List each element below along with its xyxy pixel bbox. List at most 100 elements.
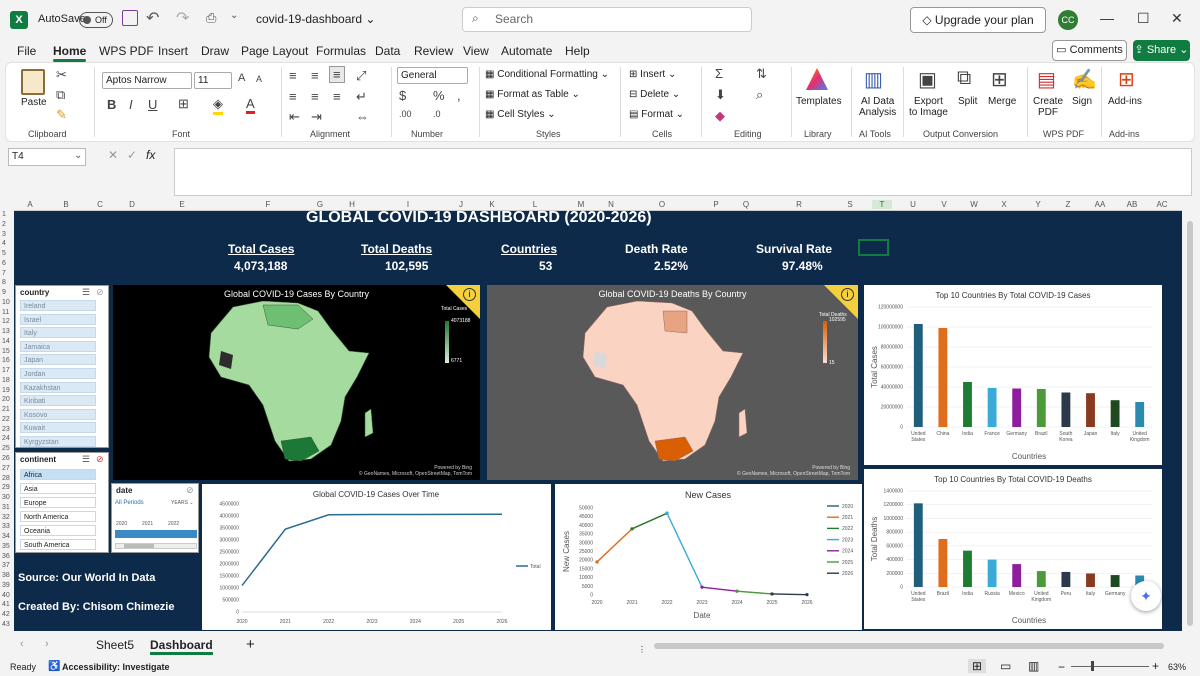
sign-icon[interactable]: ✍ [1072, 67, 1097, 92]
add-sheet-icon[interactable]: + [246, 636, 255, 653]
undo-icon[interactable]: ↶ [146, 8, 159, 28]
clear-filter-icon[interactable]: ⊘ [96, 454, 104, 465]
country-slicer-item[interactable]: Ireland [20, 300, 96, 311]
zoom-slider-thumb[interactable] [1091, 661, 1094, 671]
row-header[interactable]: 6 [2, 260, 6, 267]
row-header[interactable]: 8 [2, 279, 6, 286]
format-painter-icon[interactable]: ✎ [56, 107, 67, 123]
column-header[interactable]: Z [1058, 200, 1078, 209]
multi-select-icon[interactable]: ☰ [82, 287, 90, 298]
row-header[interactable]: 24 [2, 435, 10, 442]
row-header[interactable]: 41 [2, 601, 10, 608]
copy-icon[interactable]: ⧉ [56, 87, 65, 103]
row-header[interactable]: 19 [2, 387, 10, 394]
insert-function-icon[interactable]: fx [146, 148, 155, 162]
align-center-icon[interactable]: ≡ [311, 89, 319, 104]
accessibility-status[interactable]: Accessibility: Investigate [62, 662, 170, 672]
country-slicer-item[interactable]: Israel [20, 313, 96, 325]
decrease-indent-icon[interactable]: ⇤ [289, 109, 300, 125]
menu-wps-pdf[interactable]: WPS PDF [99, 44, 154, 58]
continent-slicer-item[interactable]: South America [20, 539, 96, 550]
column-header[interactable]: B [56, 200, 76, 209]
menu-draw[interactable]: Draw [201, 44, 229, 58]
zoom-out-icon[interactable]: − [1058, 660, 1065, 674]
country-slicer-item[interactable]: Kyrgyzstan [20, 436, 96, 447]
font-size-select[interactable]: 11 [194, 72, 232, 89]
row-header[interactable]: 2 [2, 221, 6, 228]
multi-select-icon[interactable]: ☰ [82, 454, 90, 465]
zoom-slider[interactable] [1071, 666, 1149, 667]
print-preview-icon[interactable]: ⎙ [206, 10, 216, 26]
row-header[interactable]: 13 [2, 328, 10, 335]
row-header[interactable]: 21 [2, 406, 10, 413]
row-header[interactable]: 20 [2, 396, 10, 403]
search-input[interactable]: Search [462, 7, 752, 32]
row-header[interactable]: 15 [2, 348, 10, 355]
column-header[interactable]: G [310, 200, 330, 209]
row-header[interactable]: 26 [2, 455, 10, 462]
row-header[interactable]: 30 [2, 494, 10, 501]
column-header[interactable]: N [601, 200, 621, 209]
row-header[interactable]: 40 [2, 592, 10, 599]
menu-formulas[interactable]: Formulas [316, 44, 366, 58]
row-header[interactable]: 22 [2, 416, 10, 423]
column-header[interactable]: L [525, 200, 545, 209]
fill-icon[interactable]: ⬇ [715, 87, 726, 103]
column-header[interactable]: J [451, 200, 471, 209]
country-slicer-item[interactable]: Jordan [20, 368, 96, 379]
column-header[interactable]: A [20, 200, 40, 209]
clear-filter-icon[interactable]: ⊘ [96, 287, 104, 298]
align-left-icon[interactable]: ≡ [289, 89, 297, 104]
share-button[interactable]: ⇪ Share ⌄ [1133, 40, 1190, 61]
cut-icon[interactable]: ✂ [56, 67, 67, 83]
row-header[interactable]: 42 [2, 611, 10, 618]
column-header[interactable]: X [994, 200, 1014, 209]
column-header[interactable]: C [90, 200, 110, 209]
accessibility-icon[interactable]: ♿ [48, 661, 60, 672]
page-break-view-icon[interactable]: ▥ [1028, 659, 1039, 673]
row-header[interactable]: 17 [2, 367, 10, 374]
horizontal-scroll-thumb[interactable] [654, 643, 1164, 649]
copilot-icon[interactable]: ✦ [1131, 581, 1161, 611]
country-slicer-item[interactable]: Japan [20, 354, 96, 366]
menu-help[interactable]: Help [565, 44, 590, 58]
templates-button[interactable]: Templates [796, 96, 842, 107]
addins-button[interactable]: Add-ins [1108, 96, 1142, 107]
row-header[interactable]: 7 [2, 270, 6, 277]
timeline-range-bar[interactable] [115, 530, 197, 538]
column-header[interactable]: T [872, 200, 892, 209]
prev-sheet-icon[interactable]: ‹ [20, 638, 24, 650]
paste-label[interactable]: Paste [21, 97, 47, 108]
menu-file[interactable]: File [17, 44, 36, 58]
autosum-icon[interactable]: Σ [715, 66, 723, 81]
column-header[interactable]: R [789, 200, 809, 209]
fill-color-icon[interactable]: ◈ [213, 96, 223, 115]
paste-icon[interactable] [21, 69, 45, 95]
menu-data[interactable]: Data [375, 44, 400, 58]
column-header[interactable]: M [571, 200, 591, 209]
row-header[interactable]: 18 [2, 377, 10, 384]
merge-icon[interactable]: ⊞ [991, 67, 1008, 92]
decrease-font-icon[interactable]: A [256, 74, 262, 84]
align-right-icon[interactable]: ≡ [333, 89, 341, 104]
format-as-table-button[interactable]: ▦ Format as Table ⌄ [485, 89, 580, 100]
autosave-toggle[interactable]: Off [79, 12, 113, 28]
row-header[interactable]: 43 [2, 621, 10, 628]
upgrade-plan-button[interactable]: ◇ Upgrade your plan [910, 7, 1046, 33]
clear-icon[interactable]: ◆ [715, 108, 725, 124]
column-header[interactable]: S [840, 200, 860, 209]
column-header[interactable]: D [122, 200, 142, 209]
menu-review[interactable]: Review [414, 44, 453, 58]
italic-icon[interactable]: I [129, 97, 133, 112]
close-icon[interactable]: ✕ [1171, 10, 1183, 27]
menu-insert[interactable]: Insert [158, 44, 188, 58]
column-header[interactable]: AC [1152, 200, 1172, 209]
delete-cells-button[interactable]: ⊟ Delete ⌄ [629, 89, 680, 100]
column-header[interactable]: F [258, 200, 278, 209]
column-header[interactable]: AA [1090, 200, 1110, 209]
split-button[interactable]: Split [958, 96, 977, 107]
redo-icon[interactable]: ↷ [176, 8, 189, 28]
row-header[interactable]: 5 [2, 250, 6, 257]
menu-view[interactable]: View [463, 44, 489, 58]
timeline-scroll-thumb[interactable] [124, 544, 154, 548]
